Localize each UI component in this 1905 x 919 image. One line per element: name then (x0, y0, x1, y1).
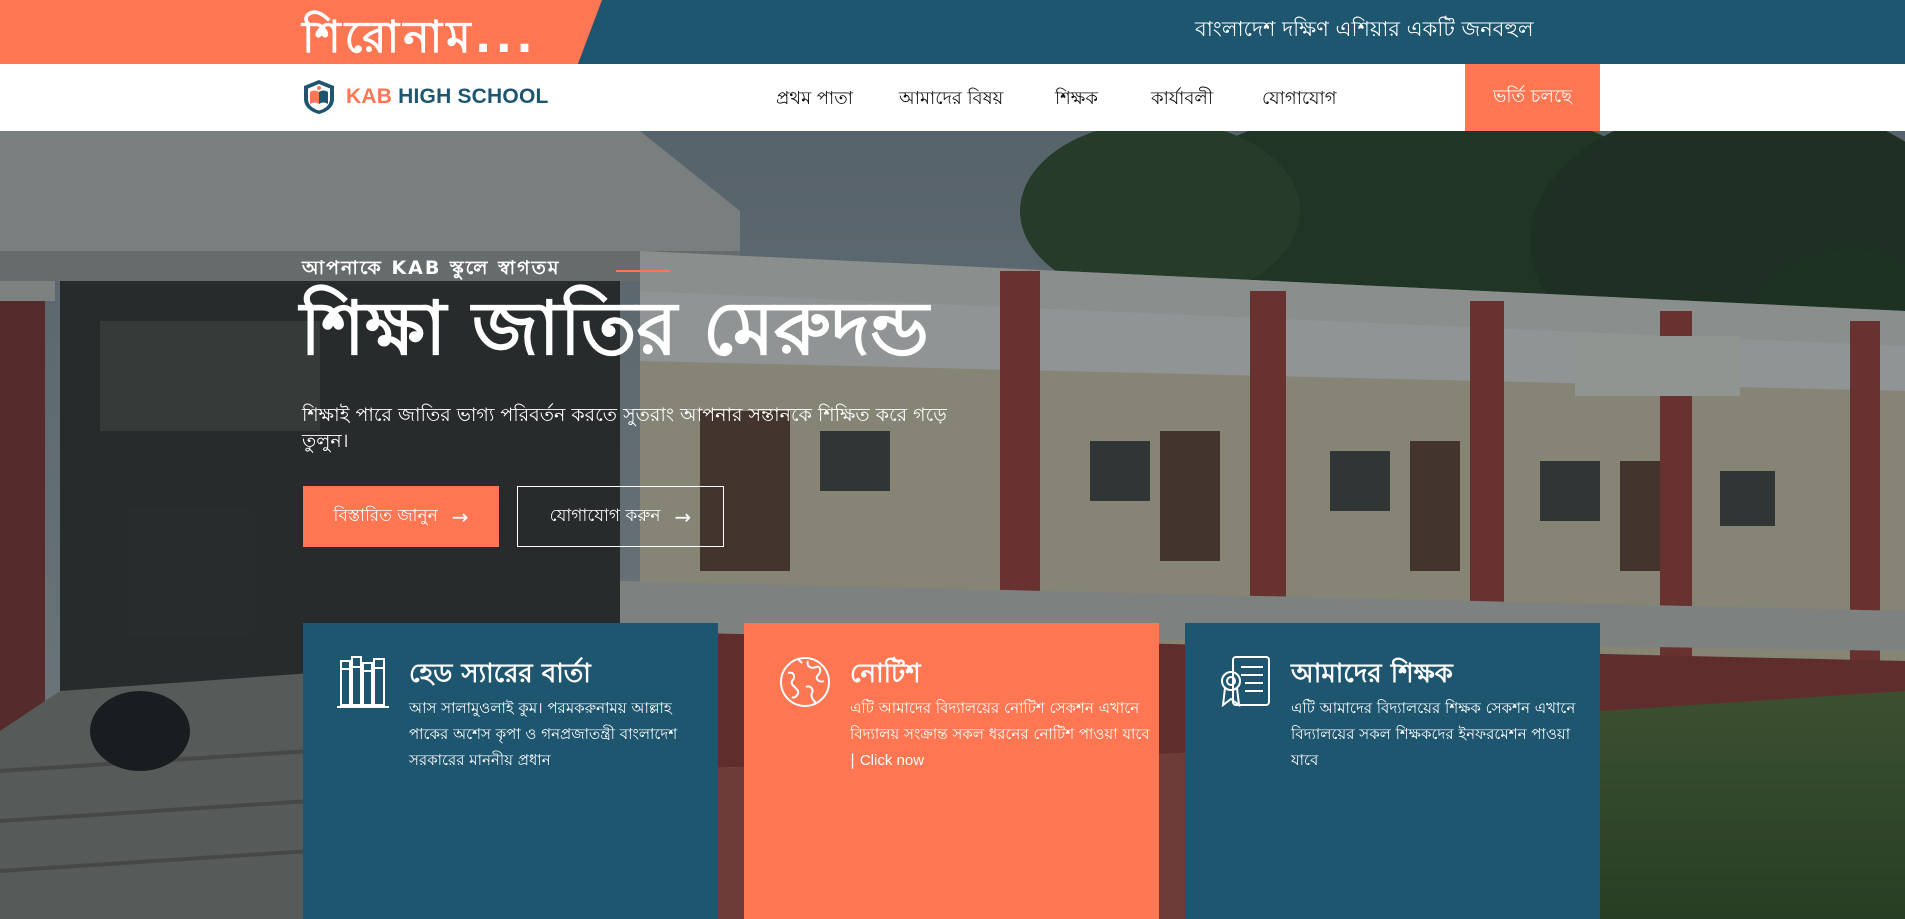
logo-text: KAB HIGH SCHOOL (346, 85, 549, 108)
nav-link-contact[interactable]: যোগাযোগ (1262, 84, 1337, 115)
hero-subtitle-divider (616, 270, 670, 272)
news-marquee: বাংলাদেশ দক্ষিণ এশিয়ার একটি জনবহুল (1195, 17, 1534, 41)
card-notice[interactable]: নোটিশ এটি আমাদের বিদ্যালয়ের নোটিশ সেকশন… (744, 623, 1159, 919)
card-our-teachers[interactable]: আমাদের শিক্ষক এটি আমাদের বিদ্যালয়ের শিক… (1185, 623, 1600, 919)
card-title: হেড স্যারের বার্তা (409, 659, 591, 689)
admission-button[interactable]: ভর্তি চলছে (1465, 64, 1600, 131)
card-headmaster-message[interactable]: হেড স্যারের বার্তা আস সালামুওলাই কুম। পর… (303, 623, 718, 919)
arrow-right-icon: → (674, 504, 692, 529)
books-icon (337, 656, 389, 708)
globe-icon (780, 657, 830, 707)
nav-link-activities[interactable]: কার্যাবলী (1151, 84, 1213, 115)
card-title: নোটিশ (850, 659, 921, 689)
contact-label: যোগাযোগ করুন (549, 505, 661, 526)
main-navbar: KAB HIGH SCHOOL প্রথম পাতা আমাদের বিষয় … (0, 64, 1905, 131)
hero-description: শিক্ষাই পারে জাতির ভাগ্য পরিবর্তন করতে স… (302, 404, 947, 452)
school-book-icon (304, 80, 334, 114)
topbar-headline-box: শিরোনাম... (0, 0, 602, 64)
card-body: এটি আমাদের বিদ্যালয়ের শিক্ষক সেকশন এখান… (1291, 699, 1576, 769)
nav-link-home[interactable]: প্রথম পাতা (776, 84, 853, 115)
card-title: আমাদের শিক্ষক (1291, 659, 1453, 689)
card-body: এটি আমাদের বিদ্যালয়ের নোটিশ সেকশন এখানে… (850, 695, 1150, 774)
topbar: শিরোনাম... বাংলাদেশ দক্ষিণ এশিয়ার একটি … (0, 0, 1905, 64)
arrow-right-icon: → (451, 504, 469, 529)
learn-more-button[interactable]: বিস্তারিত জানুন → (303, 486, 499, 547)
nav-link-subjects[interactable]: আমাদের বিষয় (899, 84, 1003, 115)
certificate-icon (1221, 656, 1270, 708)
hero-title: শিক্ষা জাতির মেরুদন্ড (300, 286, 929, 372)
card-body: আস সালামুওলাই কুম। পরমকরুনাময় আল্লাহ পা… (409, 699, 678, 769)
site-logo[interactable]: KAB HIGH SCHOOL (302, 79, 549, 115)
learn-more-label: বিস্তারিত জানুন (333, 505, 438, 526)
click-now-link[interactable]: Click now (860, 752, 924, 769)
contact-button[interactable]: যোগাযোগ করুন → (517, 486, 724, 547)
nav-link-teachers[interactable]: শিক্ষক (1055, 84, 1098, 115)
